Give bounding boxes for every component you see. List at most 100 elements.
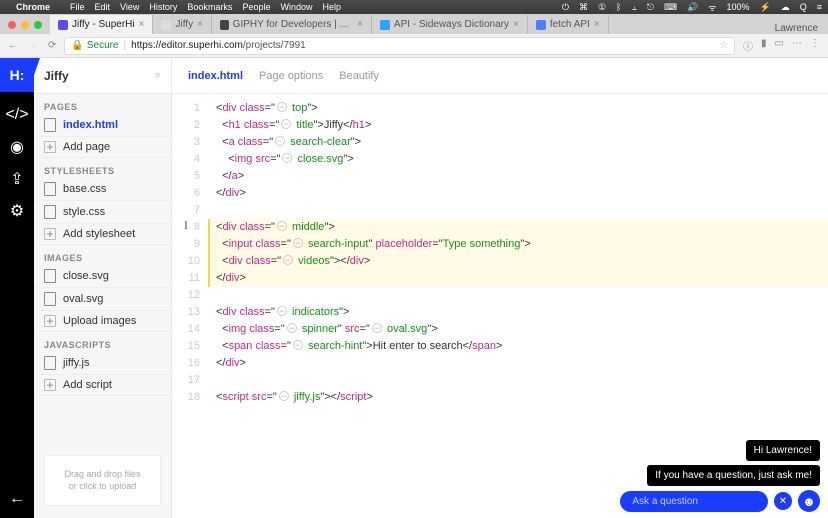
menu-file[interactable]: File bbox=[70, 2, 85, 12]
browser-menu-icon[interactable]: ⋮ bbox=[810, 38, 820, 53]
class-pill-icon[interactable] bbox=[293, 238, 303, 248]
tab-close-icon[interactable]: × bbox=[139, 19, 145, 30]
class-pill-icon[interactable] bbox=[287, 323, 297, 333]
code-line[interactable]: <script src=" jiffy.js"></script> bbox=[216, 389, 828, 406]
class-pill-icon[interactable] bbox=[282, 153, 292, 163]
code-line[interactable] bbox=[216, 372, 828, 389]
status-item[interactable]: ⌘ bbox=[579, 2, 588, 13]
code-line[interactable]: <div class=" middle"> bbox=[216, 219, 828, 236]
editor-tab[interactable]: index.html bbox=[188, 70, 243, 82]
upload-dropzone[interactable]: Drag and drop files or click to upload bbox=[44, 455, 161, 506]
chat-close-icon[interactable]: ✕ bbox=[774, 492, 792, 510]
class-pill-icon[interactable] bbox=[275, 136, 285, 146]
back-icon[interactable]: ← bbox=[8, 40, 18, 51]
chat-input[interactable]: Ask a question bbox=[620, 491, 768, 512]
editor-tab[interactable]: Page options bbox=[259, 70, 323, 82]
status-item[interactable]: ① bbox=[598, 2, 606, 13]
code-line[interactable]: <a class=" search-clear"> bbox=[216, 134, 828, 151]
menu-edit[interactable]: Edit bbox=[95, 2, 111, 12]
status-item[interactable]: ⚡ bbox=[760, 2, 771, 13]
rail-share-icon[interactable]: ⇪ bbox=[8, 170, 26, 188]
code-line[interactable]: </div> bbox=[216, 355, 828, 372]
rail-code-icon[interactable]: </> bbox=[8, 106, 26, 124]
status-item[interactable]: ☁ bbox=[781, 2, 790, 13]
editor-tab[interactable]: Beautify bbox=[339, 70, 379, 82]
sidebar-item[interactable]: +Add page bbox=[34, 137, 171, 158]
rail-preview-icon[interactable]: ◉ bbox=[8, 138, 26, 156]
status-item[interactable]: 100% bbox=[726, 2, 749, 12]
status-item[interactable]: ⏻ bbox=[562, 2, 569, 13]
rail-back-icon[interactable]: ← bbox=[8, 490, 26, 508]
info-icon[interactable]: ⓘ bbox=[743, 38, 753, 53]
menu-view[interactable]: View bbox=[120, 2, 139, 12]
menubar-app-name[interactable]: Chrome bbox=[16, 2, 50, 12]
sidebar-item[interactable]: +Upload images bbox=[34, 311, 171, 332]
class-pill-icon[interactable] bbox=[279, 391, 289, 401]
chat-toggle-icon[interactable]: ☻ bbox=[798, 490, 820, 512]
menu-history[interactable]: History bbox=[149, 2, 177, 12]
panel-icon[interactable]: ▭ bbox=[775, 38, 784, 53]
code-line[interactable]: <input class=" search-input" placeholder… bbox=[216, 236, 828, 253]
reload-icon[interactable]: ⟳ bbox=[48, 40, 56, 51]
status-item[interactable]: ᛒ bbox=[616, 2, 621, 12]
code-line[interactable]: </a> bbox=[216, 168, 828, 185]
status-item[interactable]: ᯤ bbox=[708, 1, 716, 14]
bookmark-star-icon[interactable]: ☆ bbox=[719, 40, 728, 51]
account-icon[interactable]: ▮ bbox=[761, 38, 767, 53]
code-line[interactable]: <span class=" search-hint">Hit enter to … bbox=[216, 338, 828, 355]
menu-people[interactable]: People bbox=[242, 2, 270, 12]
window-controls[interactable] bbox=[0, 15, 50, 34]
class-pill-icon[interactable] bbox=[281, 119, 291, 129]
tab-close-icon[interactable]: × bbox=[594, 19, 600, 30]
status-item[interactable]: ⌨ bbox=[664, 2, 677, 13]
sidebar-item[interactable]: close.svg bbox=[34, 265, 171, 288]
superhi-logo[interactable]: H: bbox=[0, 58, 34, 92]
code-line[interactable]: <img class=" spinner" src=" oval.svg"> bbox=[216, 321, 828, 338]
sidebar-item[interactable]: index.html bbox=[34, 114, 171, 137]
extensions-icon[interactable]: ⋯ bbox=[792, 38, 802, 53]
address-bar[interactable]: 🔒 Secure | https://editor.superhi.com/pr… bbox=[64, 37, 735, 55]
sidebar-item[interactable]: +Add stylesheet bbox=[34, 224, 171, 245]
sidebar-item-label: jiffy.js bbox=[63, 357, 90, 369]
status-item[interactable]: ⎋ bbox=[647, 2, 654, 13]
class-pill-icon[interactable] bbox=[293, 340, 303, 350]
search-icon[interactable]: ⌕ bbox=[155, 69, 161, 82]
class-pill-icon[interactable] bbox=[277, 306, 287, 316]
status-item[interactable]: ⫠ bbox=[631, 2, 636, 13]
status-item[interactable]: 🔊 bbox=[687, 2, 698, 13]
sidebar-item[interactable]: style.css bbox=[34, 201, 171, 224]
sidebar-item[interactable]: +Add script bbox=[34, 375, 171, 396]
code-line[interactable]: </div> bbox=[216, 185, 828, 202]
status-item[interactable]: ≡ bbox=[817, 2, 822, 12]
code-line[interactable] bbox=[216, 287, 828, 304]
line-number: 11 bbox=[172, 270, 200, 287]
code-line[interactable]: <h1 class=" title">Jiffy</h1> bbox=[216, 117, 828, 134]
sidebar-item[interactable]: jiffy.js bbox=[34, 352, 171, 375]
menu-help[interactable]: Help bbox=[322, 2, 341, 12]
rail-settings-icon[interactable]: ⚙ bbox=[8, 202, 26, 220]
sidebar-item[interactable]: oval.svg bbox=[34, 288, 171, 311]
class-pill-icon[interactable] bbox=[283, 255, 293, 265]
browser-tab[interactable]: API - Sideways Dictionary× bbox=[372, 15, 528, 34]
code-line[interactable]: <img src=" close.svg"> bbox=[216, 151, 828, 168]
code-line[interactable]: </div> bbox=[216, 270, 828, 287]
class-pill-icon[interactable] bbox=[372, 323, 382, 333]
code-line[interactable]: <div class=" indicators"> bbox=[216, 304, 828, 321]
browser-profile-name[interactable]: Lawrence bbox=[765, 23, 828, 34]
browser-tab[interactable]: GIPHY for Developers | API En× bbox=[212, 15, 372, 34]
code-line[interactable]: <div class=" videos"></div> bbox=[216, 253, 828, 270]
browser-tab[interactable]: Jiffy - SuperHi× bbox=[50, 15, 153, 34]
browser-tab[interactable]: Jiffy× bbox=[153, 15, 211, 34]
menu-window[interactable]: Window bbox=[280, 2, 312, 12]
tab-close-icon[interactable]: × bbox=[197, 19, 203, 30]
browser-tab[interactable]: fetch API× bbox=[528, 15, 609, 34]
code-line[interactable] bbox=[216, 202, 828, 219]
status-item[interactable]: Q bbox=[800, 2, 807, 12]
code-line[interactable]: <div class=" top"> bbox=[216, 100, 828, 117]
tab-close-icon[interactable]: × bbox=[513, 19, 519, 30]
tab-close-icon[interactable]: × bbox=[357, 19, 363, 30]
sidebar-item[interactable]: base.css bbox=[34, 178, 171, 201]
class-pill-icon[interactable] bbox=[277, 102, 287, 112]
menu-bookmarks[interactable]: Bookmarks bbox=[187, 2, 232, 12]
class-pill-icon[interactable] bbox=[277, 221, 287, 231]
